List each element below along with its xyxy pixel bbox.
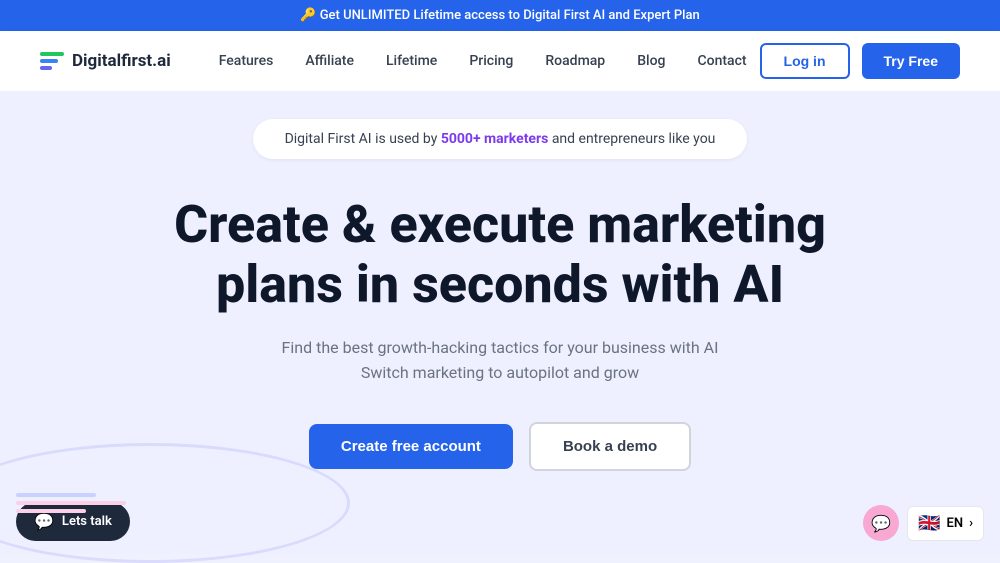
hero-subtitle-line2: Switch marketing to autopilot and grow — [361, 363, 639, 382]
flag-icon: 🇬🇧 — [918, 513, 940, 534]
social-proof-prefix: Digital First AI is used by — [285, 131, 441, 147]
hero-subtitle-line1: Find the best growth-hacking tactics for… — [282, 338, 719, 357]
nav-link-roadmap[interactable]: Roadmap — [545, 53, 605, 69]
language-code: EN — [947, 516, 964, 531]
help-bubble[interactable]: 💬 — [863, 505, 899, 541]
chat-icon: 💬 — [34, 512, 54, 531]
chat-label: Lets talk — [62, 514, 112, 529]
banner-icon: 🔑 — [300, 8, 316, 23]
chat-decorations — [16, 493, 126, 513]
language-selector[interactable]: 🇬🇧 EN › — [907, 506, 984, 541]
main-content: Digital First AI is used by 5000+ market… — [0, 91, 1000, 554]
nav-actions: Log in Try Free — [760, 43, 960, 79]
navbar: Digitalfirst.ai Features Affiliate Lifet… — [0, 31, 1000, 91]
social-proof-suffix: and entrepreneurs like you — [552, 131, 716, 147]
nav-link-lifetime[interactable]: Lifetime — [386, 53, 437, 69]
chat-line-3 — [16, 509, 86, 513]
language-widget: 💬 🇬🇧 EN › — [863, 505, 984, 541]
chevron-down-icon: › — [969, 516, 973, 531]
banner-text: Get UNLIMITED Lifetime access to Digital… — [320, 8, 700, 23]
logo-icon — [40, 52, 64, 70]
social-proof-highlight: 5000+ marketers — [441, 131, 549, 147]
cta-buttons: Create free account Book a demo — [309, 422, 691, 471]
hero-subtitle: Find the best growth-hacking tactics for… — [282, 335, 719, 386]
nav-link-pricing[interactable]: Pricing — [469, 53, 513, 69]
help-icon: 💬 — [871, 514, 891, 533]
nav-link-blog[interactable]: Blog — [637, 53, 665, 69]
book-demo-button[interactable]: Book a demo — [529, 422, 691, 471]
logo-text: Digitalfirst.ai — [72, 51, 171, 71]
top-banner[interactable]: 🔑 Get UNLIMITED Lifetime access to Digit… — [0, 0, 1000, 31]
chat-line-2 — [16, 501, 126, 505]
nav-link-affiliate[interactable]: Affiliate — [305, 53, 354, 69]
nav-link-contact[interactable]: Contact — [697, 53, 746, 69]
login-button[interactable]: Log in — [760, 43, 850, 79]
try-free-button[interactable]: Try Free — [862, 43, 960, 79]
hero-title: Create & execute marketing plans in seco… — [150, 195, 850, 315]
nav-links: Features Affiliate Lifetime Pricing Road… — [219, 53, 760, 69]
social-proof-banner: Digital First AI is used by 5000+ market… — [253, 119, 748, 159]
logo[interactable]: Digitalfirst.ai — [40, 51, 171, 71]
chat-line-1 — [16, 493, 96, 497]
create-account-button[interactable]: Create free account — [309, 424, 513, 469]
nav-link-features[interactable]: Features — [219, 53, 274, 69]
